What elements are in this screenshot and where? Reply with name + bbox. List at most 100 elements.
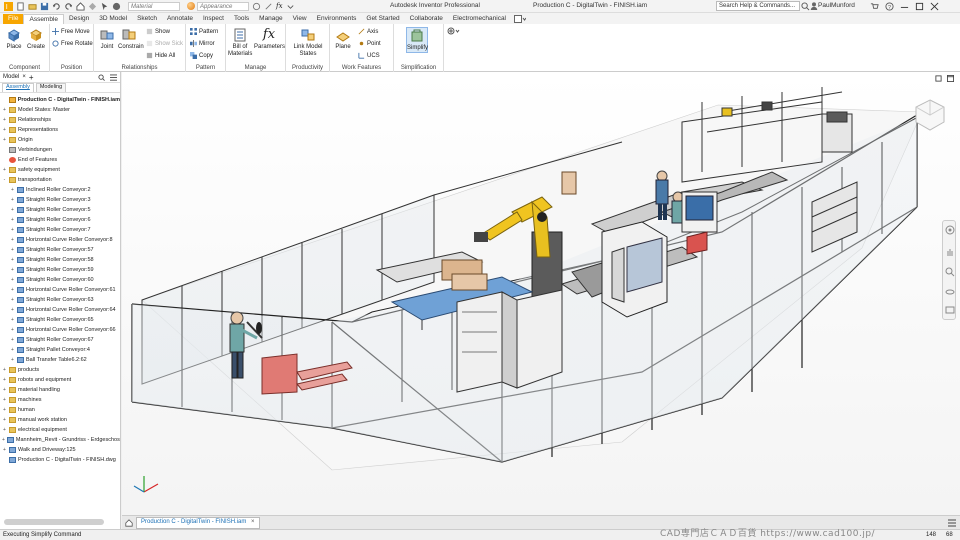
customize-icon[interactable] [286,2,295,11]
tree-expander-icon[interactable]: + [10,247,15,253]
tree-expander-icon[interactable]: + [10,227,15,233]
tree-expander-icon[interactable]: + [10,287,15,293]
tree-node[interactable]: + Straight Roller Conveyor:67 [0,335,120,345]
document-tab[interactable]: Production C - DigitalTwin - FINISH.iam … [136,517,260,529]
cart-icon[interactable] [870,2,879,11]
look-at-icon[interactable] [945,305,955,315]
tree-expander-icon[interactable]: + [2,107,7,113]
app-logo-icon[interactable]: I [4,1,13,11]
tree-expander-icon[interactable]: + [10,277,15,283]
create-button[interactable]: Create [25,27,47,51]
tree-node[interactable]: + Origin [0,135,120,145]
tab-collaborate[interactable]: Collaborate [405,14,448,24]
tree-node[interactable]: + Straight Roller Conveyor:59 [0,265,120,275]
tab-annotate[interactable]: Annotate [162,14,198,24]
browser-menu-icon[interactable] [110,74,117,81]
tab-inspect[interactable]: Inspect [198,14,229,24]
tree-node[interactable]: End of Features [0,155,120,165]
close-browser-icon[interactable]: × [22,74,26,80]
tree-node[interactable]: Verbindungen [0,145,120,155]
tree-expander-icon[interactable]: + [2,397,7,403]
select-arrow-icon[interactable] [100,2,109,11]
adjust-icon[interactable] [264,2,273,11]
tree-node[interactable]: + Straight Pallet Conveyor:4 [0,345,120,355]
tree-node[interactable]: + Walk and Driveway:125 [0,445,120,455]
tree-node[interactable]: + Straight Roller Conveyor:6 [0,215,120,225]
tree-node[interactable]: + Ball Transfer Table6.2:62 [0,355,120,365]
place-button[interactable]: Place [3,27,25,51]
browser-tab-assembly[interactable]: Assembly [2,83,34,92]
tab-3d-model[interactable]: 3D Model [94,14,132,24]
show-sick-button[interactable]: Show Sick [146,40,183,47]
tree-node[interactable]: + Horizontal Curve Roller Conveyor:61 [0,285,120,295]
tab-sketch[interactable]: Sketch [132,14,162,24]
bill-of-materials-button[interactable]: Bill of Materials [228,27,252,58]
help-search-input[interactable]: Search Help & Commands... [716,1,800,11]
tree-node[interactable]: + Straight Roller Conveyor:3 [0,195,120,205]
tree-node[interactable]: + machines [0,395,120,405]
tree-expander-icon[interactable]: + [2,137,7,143]
component-panel-label[interactable]: Component [0,65,49,71]
tree-expander-icon[interactable]: + [10,347,15,353]
axis-button[interactable]: Axis [358,28,378,35]
maximize-icon[interactable] [915,2,924,11]
viewport-maximize-icon[interactable] [947,75,954,82]
tree-node[interactable]: + Representations [0,125,120,135]
tab-design[interactable]: Design [64,14,94,24]
mirror-button[interactable]: Mirror [190,40,215,47]
close-icon[interactable] [930,2,939,11]
tree-node[interactable]: + Horizontal Curve Roller Conveyor:66 [0,325,120,335]
parameters-button[interactable]: fx Parameters [254,27,285,51]
tab-file[interactable]: File [3,14,24,24]
tab-view[interactable]: View [288,14,312,24]
tree-expander-icon[interactable]: + [2,407,7,413]
point-button[interactable]: Point [358,40,381,47]
tree-expander-icon[interactable]: + [10,297,15,303]
relationships-panel-label[interactable]: Relationships [94,65,185,71]
tree-expander-icon[interactable]: + [10,267,15,273]
add-browser-icon[interactable]: + [29,73,34,82]
tree-expander-icon[interactable]: + [2,427,7,433]
tree-expander-icon[interactable]: + [10,337,15,343]
tree-node[interactable]: + Straight Roller Conveyor:57 [0,245,120,255]
pattern-panel-label[interactable]: Pattern [186,65,225,71]
tree-node[interactable]: + Mannheim_Revit - Grundriss - Erdgeschos… [0,435,120,445]
copy-button[interactable]: Copy [190,52,213,59]
plane-button[interactable]: Plane [332,27,354,51]
tab-electromechanical[interactable]: Electromechanical [448,14,511,24]
tree-node[interactable]: + Straight Roller Conveyor:5 [0,205,120,215]
tree-expander-icon[interactable]: + [10,197,15,203]
tab-assemble[interactable]: Assemble [23,14,65,24]
tree-node[interactable]: Production C - DigitalTwin - FINISH.iam [0,95,120,105]
fx-icon[interactable]: fx [276,2,283,10]
manage-panel-label[interactable]: Manage [226,65,285,71]
tree-expander-icon[interactable]: + [10,257,15,263]
tree-node[interactable]: + material handling [0,385,120,395]
tree-expander-icon[interactable]: + [10,327,15,333]
search-icon[interactable] [801,2,810,11]
free-rotate-button[interactable]: Free Rotate [52,40,93,47]
pattern-button[interactable]: Pattern [190,28,218,35]
save-icon[interactable] [40,2,49,11]
show-button[interactable]: Show [146,28,170,35]
tree-expander-icon[interactable]: + [2,437,5,443]
browser-title[interactable]: Model [3,74,19,80]
tree-expander-icon[interactable]: + [2,417,7,423]
tree-expander-icon[interactable]: + [10,307,15,313]
simplification-panel-label[interactable]: Simplification [394,65,443,71]
tree-expander-icon[interactable]: + [2,447,7,453]
packaging-machine[interactable] [601,221,668,318]
tree-expander-icon[interactable]: + [10,357,15,363]
tree-expander-icon[interactable]: + [10,217,15,223]
tree-node[interactable]: + Straight Roller Conveyor:63 [0,295,120,305]
clear-override-icon[interactable] [252,2,261,11]
production-line-model[interactable] [122,72,960,515]
browser-search-icon[interactable] [98,74,105,81]
browser-tab-modeling[interactable]: Modeling [35,83,67,92]
tree-node[interactable]: + manual work station [0,415,120,425]
tree-expander-icon[interactable]: + [10,187,15,193]
tree-node[interactable]: + human [0,405,120,415]
tree-node[interactable]: + robots and equipment [0,375,120,385]
zoom-icon[interactable] [945,267,955,277]
material-dropdown[interactable]: Material [128,1,180,11]
